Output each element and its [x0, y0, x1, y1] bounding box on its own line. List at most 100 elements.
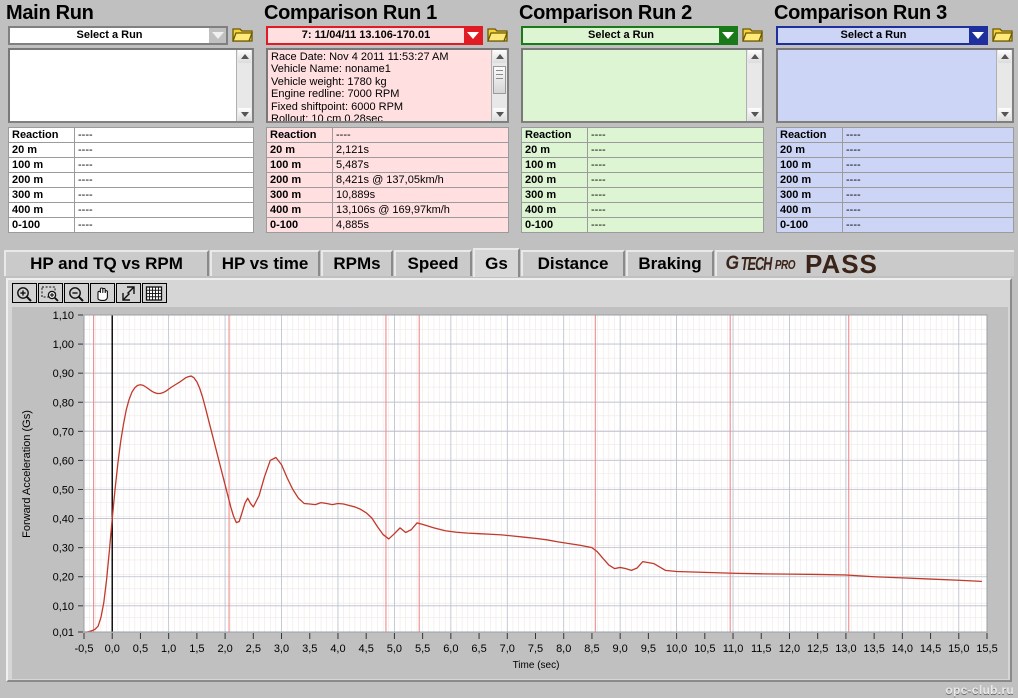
- svg-text:7,5: 7,5: [528, 643, 543, 655]
- scroll-down-icon[interactable]: [493, 108, 506, 121]
- run-select-combo[interactable]: 7: 11/04/11 13.106-170.01: [266, 25, 483, 45]
- stat-label: 400 m: [266, 202, 333, 218]
- run-info-listbox[interactable]: [776, 48, 1014, 123]
- tab-distance[interactable]: Distance: [521, 250, 625, 276]
- stat-label: 0-100: [8, 217, 75, 233]
- run-stats-table: Reaction ---- 20 m 2,121s 100 m 5,487s 200 m 8,…: [266, 127, 509, 233]
- run-info-lines: [10, 50, 236, 121]
- table-row: 200 m ----: [8, 172, 254, 188]
- chart-toolbar: [12, 283, 167, 303]
- run-info-line: Rollout: 10 cm 0,28sec: [271, 113, 383, 121]
- scroll-up-icon[interactable]: [493, 50, 506, 63]
- chevron-down-icon[interactable]: [969, 27, 986, 43]
- zoom-box-icon[interactable]: [38, 283, 63, 303]
- table-row: 0-100 ----: [8, 217, 254, 233]
- scroll-down-icon[interactable]: [998, 108, 1011, 121]
- stat-label: 0-100: [521, 217, 588, 233]
- table-row: 200 m 8,421s @ 137,05km/h: [266, 172, 509, 188]
- table-row: 400 m ----: [776, 202, 1014, 218]
- open-file-folder-icon[interactable]: [487, 26, 509, 44]
- svg-text:Forward Acceleration (Gs): Forward Acceleration (Gs): [21, 410, 33, 538]
- run-info-lines: [778, 50, 996, 121]
- stat-value: ----: [74, 127, 254, 143]
- svg-text:12,5: 12,5: [807, 643, 828, 655]
- pan-hand-icon[interactable]: [90, 283, 115, 303]
- tab-rpms[interactable]: RPMs: [321, 250, 393, 276]
- stat-value: ----: [587, 172, 764, 188]
- run-info-listbox[interactable]: Race Date: Nov 4 2011 11:53:27 AM Vehicle…: [266, 48, 509, 123]
- table-row: 300 m ----: [521, 187, 764, 203]
- svg-text:6,5: 6,5: [471, 643, 486, 655]
- stat-label: 400 m: [8, 202, 75, 218]
- run-select-combo[interactable]: Select a Run: [521, 25, 738, 45]
- stat-value: ----: [587, 127, 764, 143]
- chevron-down-icon[interactable]: [464, 27, 481, 43]
- open-file-folder-icon[interactable]: [992, 26, 1014, 44]
- svg-text:1,00: 1,00: [53, 339, 74, 351]
- run-info-scrollbar[interactable]: [236, 50, 252, 121]
- run-panel-comparison-run-3: Comparison Run 3 Select a Run Reaction ----…: [768, 0, 1018, 248]
- triangle-up-glyph: [240, 54, 249, 59]
- triangle-down-glyph: [1000, 112, 1009, 117]
- stat-value: ----: [587, 217, 764, 233]
- svg-text:-0,5: -0,5: [75, 643, 94, 655]
- run-info-listbox[interactable]: [521, 48, 764, 123]
- scroll-down-icon[interactable]: [238, 108, 251, 121]
- scroll-down-icon[interactable]: [748, 108, 761, 121]
- table-row: 300 m ----: [776, 187, 1014, 203]
- chevron-down-icon[interactable]: [719, 27, 736, 43]
- table-row: 0-100 ----: [521, 217, 764, 233]
- run-select-value: Select a Run: [840, 28, 907, 41]
- run-select-combo[interactable]: Select a Run: [776, 25, 988, 45]
- stat-value: ----: [587, 202, 764, 218]
- stat-label: 20 m: [521, 142, 588, 158]
- run-info-line: Vehicle Name: noname1: [271, 63, 391, 76]
- stat-value: ----: [842, 142, 1014, 158]
- run-info-scrollbar[interactable]: [491, 50, 507, 121]
- run-info-scrollbar[interactable]: [746, 50, 762, 121]
- run-stats-table: Reaction ---- 20 m ---- 100 m ---- 200 m ---- 30…: [776, 127, 1014, 233]
- run-select-combo[interactable]: Select a Run: [8, 25, 228, 45]
- chevron-down-glyph: [971, 31, 984, 39]
- tab-speed[interactable]: Speed: [394, 250, 472, 276]
- svg-text:10,0: 10,0: [666, 643, 687, 655]
- tab-label: Gs: [485, 253, 508, 273]
- run-info-scrollbar[interactable]: [996, 50, 1012, 121]
- scroll-up-icon[interactable]: [998, 50, 1011, 63]
- run-panel-main-run: Main Run Select a Run Reaction ---- 20 m ----…: [0, 0, 258, 248]
- stat-value: ----: [842, 217, 1014, 233]
- zoom-in-icon[interactable]: [12, 283, 37, 303]
- scrollbar-thumb[interactable]: [493, 66, 506, 94]
- scroll-up-icon[interactable]: [238, 50, 251, 63]
- gs-vs-time-chart[interactable]: 0,01 0,10 0,20 0,30 0,40 0,50 0,60 0,70 0,80 0,90…: [12, 307, 1008, 679]
- tab-label: HP and TQ vs RPM: [30, 254, 183, 273]
- toggle-grid-icon[interactable]: [142, 283, 167, 303]
- chevron-down-glyph: [211, 31, 224, 39]
- table-row: Reaction ----: [266, 127, 509, 143]
- run-info-listbox[interactable]: [8, 48, 254, 123]
- zoom-out-icon[interactable]: [64, 283, 89, 303]
- open-file-folder-icon[interactable]: [232, 26, 254, 44]
- chevron-down-icon[interactable]: [209, 27, 226, 43]
- svg-text:0,10: 0,10: [53, 601, 74, 613]
- fit-to-window-icon[interactable]: [116, 283, 141, 303]
- triangle-up-glyph: [1000, 54, 1009, 59]
- svg-text:11,0: 11,0: [723, 643, 744, 655]
- tab-hp-vs-time[interactable]: HP vs time: [210, 250, 320, 276]
- table-row: 100 m ----: [776, 157, 1014, 173]
- table-row: 400 m 13,106s @ 169,97km/h: [266, 202, 509, 218]
- tab-hp-and-tq-vs-rpm[interactable]: HP and TQ vs RPM: [4, 250, 209, 276]
- stat-value: 13,106s @ 169,97km/h: [332, 202, 509, 218]
- open-file-folder-icon[interactable]: [742, 26, 764, 44]
- table-row: 300 m 10,889s: [266, 187, 509, 203]
- stat-label: 400 m: [776, 202, 843, 218]
- stat-value: ----: [74, 172, 254, 188]
- scroll-up-icon[interactable]: [748, 50, 761, 63]
- stat-label: 300 m: [8, 187, 75, 203]
- svg-text:0,01: 0,01: [53, 627, 74, 639]
- tab-braking[interactable]: Braking: [626, 250, 714, 276]
- run-info-line: Engine redline: 7000 RPM: [271, 88, 400, 101]
- stat-label: 0-100: [266, 217, 333, 233]
- svg-text:12,0: 12,0: [779, 643, 800, 655]
- tab-gs[interactable]: Gs: [473, 248, 520, 277]
